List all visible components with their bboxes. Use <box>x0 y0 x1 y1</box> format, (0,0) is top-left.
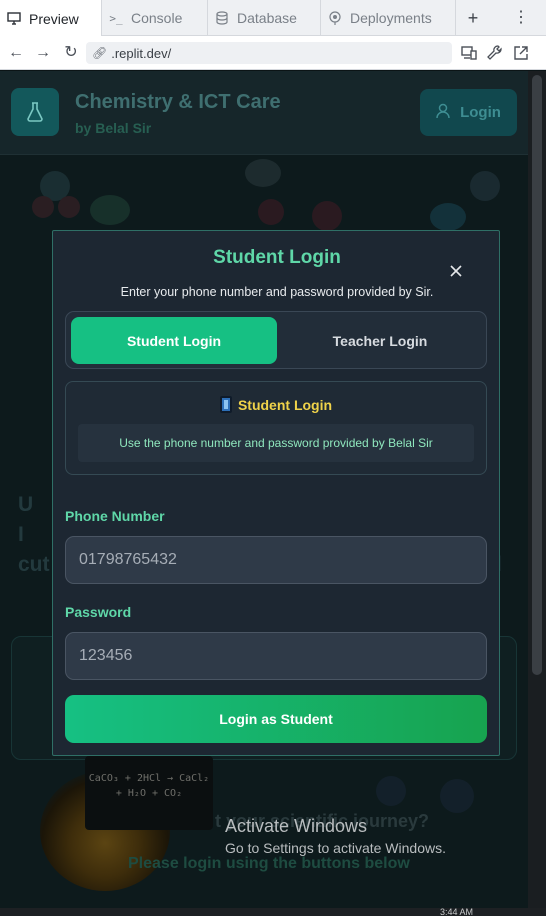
wrench-icon[interactable] <box>486 44 504 62</box>
modal-title: Student Login <box>213 247 341 268</box>
molecule-decor <box>58 196 80 218</box>
browser-url-bar: ← → ↻ 🔗︎ .replit.dev/ <box>0 36 546 70</box>
activate-windows-subtitle: Go to Settings to activate Windows. <box>225 840 446 856</box>
terminal-icon: >_ <box>109 11 123 25</box>
login-as-student-button[interactable]: Login as Student <box>65 695 487 743</box>
refresh-icon[interactable]: ↻ <box>61 43 81 63</box>
browser-tab-bar: Preview >_ Console Database Deployments … <box>0 0 546 37</box>
database-icon <box>214 10 230 26</box>
open-external-icon[interactable] <box>512 44 530 62</box>
devices-icon[interactable] <box>460 44 478 62</box>
app-header: Chemistry & ICT Care by Belal Sir Login <box>0 71 528 155</box>
app-subtitle: by Belal Sir <box>75 120 152 136</box>
formula-card: CaCO₃ + 2HCl → CaCl₂ + H₂O + CO₂ <box>85 756 213 830</box>
tab-deployments[interactable]: Deployments <box>321 0 456 36</box>
hero-text-decor: cut <box>18 553 50 576</box>
info-heading-text: Student Login <box>237 396 333 413</box>
tab-console[interactable]: >_ Console <box>102 0 208 36</box>
back-arrow-icon[interactable]: ← <box>6 43 26 63</box>
close-icon[interactable] <box>447 264 465 282</box>
address-text: .replit.dev/ <box>111 45 172 61</box>
monitor-icon <box>6 11 22 27</box>
taskbar-clock: 3:44 AM <box>440 908 474 916</box>
header-login-label: Login <box>460 104 501 121</box>
tab-label: Console <box>131 10 183 26</box>
molecule-decor <box>245 159 281 187</box>
app-title: Chemistry & ICT Care <box>75 91 281 113</box>
info-heading: Student Login <box>66 396 486 413</box>
tab-label: Preview <box>29 10 79 27</box>
address-field[interactable]: 🔗︎ .replit.dev/ <box>86 42 452 64</box>
role-switch: Student Login Teacher Login <box>65 311 487 369</box>
user-icon <box>436 103 450 123</box>
please-login-text: Please login using the buttons below <box>128 855 410 872</box>
molecule-decor <box>430 203 466 231</box>
forward-arrow-icon[interactable]: → <box>33 43 53 63</box>
tab-preview[interactable]: Preview <box>0 0 102 37</box>
mobile-phone-icon <box>219 396 232 413</box>
link-icon: 🔗︎ <box>92 46 108 60</box>
phone-number-input[interactable] <box>65 536 487 584</box>
new-tab-button[interactable]: + <box>462 7 484 29</box>
molecule-decor <box>376 776 406 806</box>
activate-windows-title: Activate Windows <box>225 816 368 836</box>
tab-label: Database <box>237 10 297 26</box>
student-login-tab[interactable]: Student Login <box>71 317 277 364</box>
scrollbar-thumb[interactable] <box>532 75 542 675</box>
molecule-decor <box>90 195 130 225</box>
tab-database[interactable]: Database <box>208 0 321 36</box>
deploy-icon <box>327 10 343 26</box>
login-modal: Student Login Enter your phone number an… <box>52 230 500 756</box>
tab-label: Deployments <box>350 10 432 26</box>
header-login-button[interactable]: Login <box>420 89 517 136</box>
password-label: Password <box>65 604 132 620</box>
hero-text-decor: I <box>18 523 24 546</box>
phone-number-label: Phone Number <box>65 508 165 524</box>
molecule-decor <box>32 196 54 218</box>
teacher-login-tab[interactable]: Teacher Login <box>277 317 483 364</box>
info-box: Student Login Use the phone number and p… <box>65 381 487 475</box>
modal-description: Enter your phone number and password pro… <box>120 285 434 299</box>
more-options-icon[interactable]: ⋮ <box>512 7 530 29</box>
scrollbar[interactable] <box>528 71 546 908</box>
hero-text-decor: U <box>18 493 34 516</box>
molecule-decor <box>470 171 500 201</box>
molecule-decor <box>312 201 342 231</box>
molecule-decor <box>258 199 284 225</box>
molecule-decor <box>440 779 474 813</box>
flask-logo-icon <box>11 88 59 136</box>
password-input[interactable] <box>65 632 487 680</box>
info-text: Use the phone number and password provid… <box>78 424 474 462</box>
